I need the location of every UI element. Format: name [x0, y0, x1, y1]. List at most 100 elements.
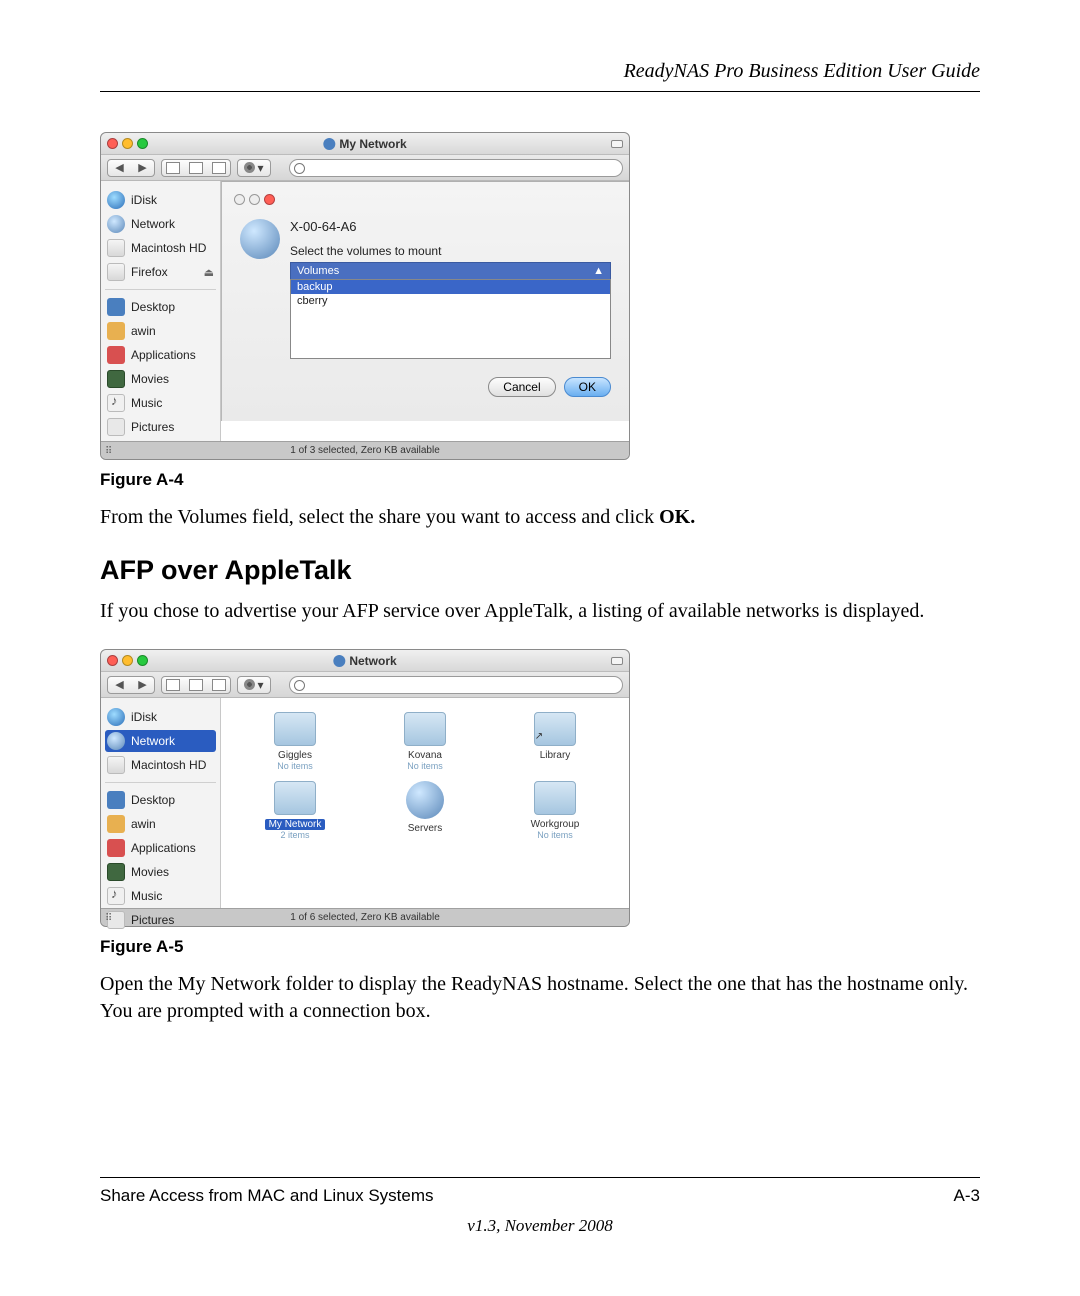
item-subtitle: No items	[495, 830, 615, 840]
volume-item[interactable]: cberry	[291, 294, 610, 308]
running-header: ReadyNAS Pro Business Edition User Guide	[100, 60, 980, 83]
search-input[interactable]	[289, 676, 623, 694]
header-rule	[100, 91, 980, 92]
section-heading: AFP over AppleTalk	[100, 555, 980, 586]
sidebar-item[interactable]: Network	[105, 730, 216, 752]
sidebar-item[interactable]: Macintosh HD	[105, 754, 216, 776]
close-icon[interactable]	[107, 655, 118, 666]
close-icon[interactable]	[107, 138, 118, 149]
sidebar-item[interactable]: Applications	[105, 837, 216, 859]
sidebar-item-label: Macintosh HD	[131, 241, 206, 255]
sidebar-item-icon	[107, 263, 125, 281]
icon-view-pane: GigglesNo itemsKovanaNo itemsLibraryMy N…	[221, 698, 629, 908]
gear-icon	[244, 679, 255, 690]
cancel-button[interactable]: Cancel	[488, 377, 555, 397]
sidebar-item[interactable]: Music	[105, 885, 216, 907]
sidebar-item-icon	[107, 394, 125, 412]
sidebar-item-icon	[107, 191, 125, 209]
view-switcher[interactable]	[161, 676, 231, 694]
volume-item[interactable]: backup	[291, 280, 610, 294]
sidebar-item-icon	[107, 732, 125, 750]
sidebar-item-label: Network	[131, 734, 175, 748]
gear-icon	[244, 162, 255, 173]
finder-window: My Network ◀▶ ▾ iDisk Network Macintosh HD…	[100, 132, 630, 460]
paragraph-3: Open the My Network folder to display th…	[100, 971, 980, 1025]
volumes-list[interactable]: backup cberry	[290, 279, 611, 359]
sidebar-item[interactable]: Music	[105, 392, 216, 414]
finder-toolbar: ◀▶ ▾	[101, 672, 629, 698]
folder-icon	[274, 781, 316, 815]
item-subtitle: 2 items	[235, 830, 355, 840]
toolbar-toggle-icon[interactable]	[611, 657, 623, 665]
sidebar-item-label: Movies	[131, 372, 169, 386]
browser-item[interactable]: KovanaNo items	[365, 712, 485, 771]
sidebar-item-label: Pictures	[131, 913, 174, 927]
sidebar-item-label: Firefox	[131, 265, 168, 279]
sidebar-item[interactable]: Network	[105, 213, 216, 235]
sidebar-handle-icon[interactable]: ⠿	[105, 913, 112, 924]
sidebar-item-label: Network	[131, 217, 175, 231]
sidebar-item[interactable]: awin	[105, 320, 216, 342]
status-bar: ⠿ 1 of 3 selected, Zero KB available	[101, 441, 629, 459]
server-globe-icon	[240, 219, 280, 259]
folder-icon	[534, 781, 576, 815]
sidebar-handle-icon[interactable]: ⠿	[105, 446, 112, 457]
browser-item[interactable]: GigglesNo items	[235, 712, 355, 771]
sidebar-item[interactable]: Macintosh HD	[105, 237, 216, 259]
item-name: My Network	[265, 819, 326, 830]
sidebar-item-icon	[107, 370, 125, 388]
sheet-dot-icon	[249, 194, 260, 205]
sidebar-item-icon	[107, 708, 125, 726]
sidebar-item-icon	[107, 346, 125, 364]
browser-item[interactable]: My Network2 items	[235, 781, 355, 840]
sidebar-item[interactable]: awin	[105, 813, 216, 835]
view-switcher[interactable]	[161, 159, 231, 177]
browser-item[interactable]: Servers	[365, 781, 485, 840]
sidebar-item-label: Desktop	[131, 300, 175, 314]
sidebar-item[interactable]: Movies	[105, 368, 216, 390]
sidebar-item-icon	[107, 756, 125, 774]
item-subtitle: No items	[235, 761, 355, 771]
sidebar-item-icon	[107, 863, 125, 881]
item-name: Kovana	[365, 750, 485, 761]
sidebar-item-icon	[107, 839, 125, 857]
sidebar-item[interactable]: Firefox	[105, 261, 216, 283]
sidebar-item[interactable]: iDisk	[105, 189, 216, 211]
minimize-icon[interactable]	[122, 138, 133, 149]
sidebar-item-icon	[107, 298, 125, 316]
sidebar-item[interactable]: Movies	[105, 861, 216, 883]
footer-right: A-3	[954, 1186, 980, 1206]
sidebar-item-label: iDisk	[131, 710, 157, 724]
window-title: My Network	[339, 137, 406, 151]
action-menu[interactable]: ▾	[237, 159, 271, 177]
sidebar-item-icon	[107, 322, 125, 340]
finder-sidebar: iDisk Network Macintosh HD Firefox Desktop aw…	[101, 181, 221, 441]
toolbar-toggle-icon[interactable]	[611, 140, 623, 148]
ok-button[interactable]: OK	[564, 377, 611, 397]
action-menu[interactable]: ▾	[237, 676, 271, 694]
sidebar-item-label: Music	[131, 889, 162, 903]
sidebar-item[interactable]: iDisk	[105, 706, 216, 728]
minimize-icon[interactable]	[122, 655, 133, 666]
nav-back-forward[interactable]: ◀▶	[107, 159, 155, 177]
browser-item[interactable]: Library	[495, 712, 615, 771]
sidebar-item[interactable]: Pictures	[105, 416, 216, 438]
sidebar-item-label: iDisk	[131, 193, 157, 207]
sidebar-item[interactable]: Desktop	[105, 789, 216, 811]
paragraph-1: From the Volumes field, select the share…	[100, 504, 980, 531]
volumes-header[interactable]: Volumes▲	[290, 262, 611, 279]
zoom-icon[interactable]	[137, 138, 148, 149]
item-name: Library	[495, 750, 615, 761]
zoom-icon[interactable]	[137, 655, 148, 666]
window-titlebar: My Network	[101, 133, 629, 155]
sidebar-item-label: Desktop	[131, 793, 175, 807]
search-input[interactable]	[289, 159, 623, 177]
nav-back-forward[interactable]: ◀▶	[107, 676, 155, 694]
window-title: Network	[349, 654, 396, 668]
sidebar-item[interactable]: Desktop	[105, 296, 216, 318]
sidebar-item-icon	[107, 215, 125, 233]
sidebar-item[interactable]: Pictures	[105, 909, 216, 931]
browser-item[interactable]: WorkgroupNo items	[495, 781, 615, 840]
sidebar-item[interactable]: Applications	[105, 344, 216, 366]
footer-left: Share Access from MAC and Linux Systems	[100, 1186, 434, 1206]
